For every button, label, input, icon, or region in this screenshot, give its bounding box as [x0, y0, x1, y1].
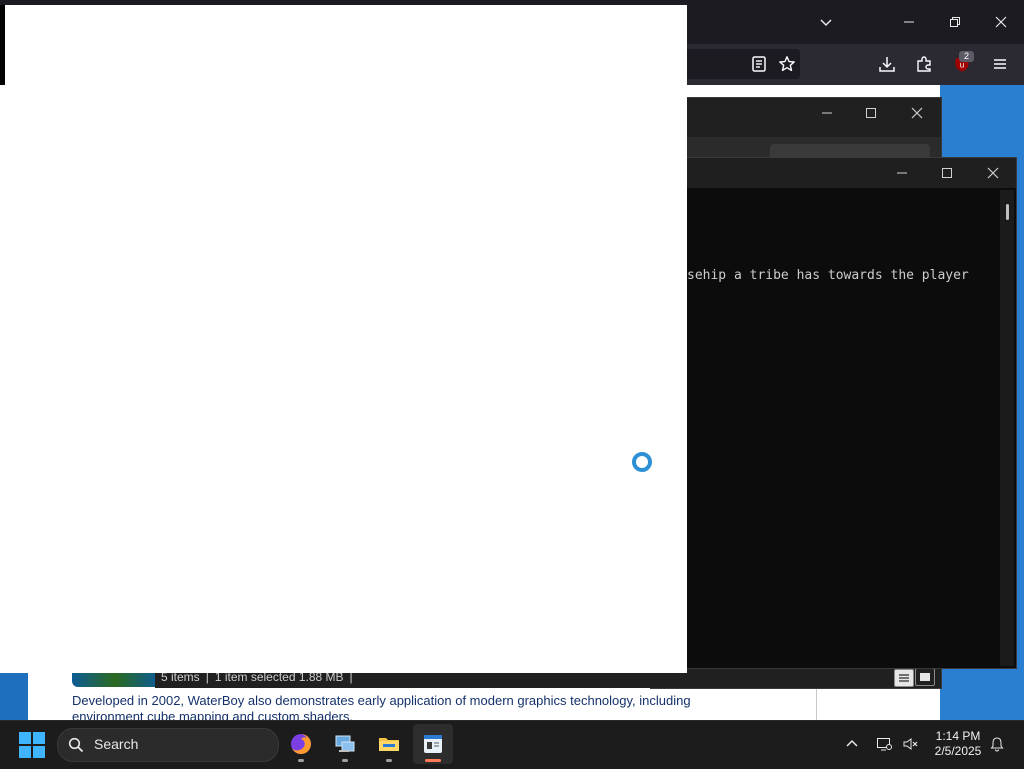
- clock-date: 2/5/2025: [934, 744, 982, 758]
- terminal-scroll-thumb[interactable]: [1006, 204, 1009, 220]
- details-view-icon[interactable]: [894, 669, 914, 687]
- menu-icon[interactable]: [989, 53, 1011, 75]
- list-all-tabs-icon[interactable]: [803, 7, 849, 37]
- notifications-icon[interactable]: [987, 734, 1007, 754]
- terminal-close-icon[interactable]: [970, 158, 1016, 188]
- close-icon[interactable]: [978, 7, 1024, 37]
- search-label: Search: [94, 736, 139, 752]
- terminal-minimize-icon[interactable]: [879, 158, 925, 188]
- restore-icon[interactable]: [932, 7, 978, 37]
- extensions-icon[interactable]: [913, 53, 935, 75]
- explorer-close-icon[interactable]: [894, 98, 940, 128]
- download-icon[interactable]: [876, 53, 898, 75]
- extension-badge: 2: [959, 51, 974, 62]
- window-edge: [0, 5, 5, 85]
- minimize-icon[interactable]: [886, 7, 932, 37]
- loading-spinner-icon: [632, 452, 652, 472]
- terminal-scrollbar[interactable]: [1000, 190, 1014, 666]
- reader-view-icon[interactable]: [748, 53, 770, 75]
- clock-time: 1:14 PM: [935, 729, 981, 743]
- start-button[interactable]: [19, 732, 45, 758]
- explorer-maximize-icon[interactable]: [848, 98, 894, 128]
- tiles-view-icon[interactable]: [915, 668, 935, 686]
- volume-muted-icon[interactable]: [900, 734, 920, 754]
- game-thumbnail[interactable]: [72, 671, 158, 687]
- chevron-up-icon[interactable]: [842, 734, 862, 754]
- search-icon: [68, 737, 84, 753]
- star-icon[interactable]: [776, 53, 798, 75]
- network-computer-icon[interactable]: [325, 724, 365, 764]
- taskbar-clock[interactable]: 1:14 PM 2/5/2025: [928, 729, 988, 759]
- terminal-maximize-icon[interactable]: [924, 158, 970, 188]
- taskbar-search[interactable]: Search: [57, 728, 279, 762]
- loading-app-window[interactable]: [0, 5, 687, 673]
- terminal-output-line: sehip a tribe has towards the player: [687, 268, 969, 283]
- network-icon[interactable]: [874, 734, 894, 754]
- notepad-app-icon[interactable]: [413, 724, 453, 764]
- firefox-icon[interactable]: [281, 724, 321, 764]
- file-explorer-icon[interactable]: [369, 724, 409, 764]
- explorer-minimize-icon[interactable]: [804, 98, 850, 128]
- terminal-window[interactable]: [650, 157, 1017, 669]
